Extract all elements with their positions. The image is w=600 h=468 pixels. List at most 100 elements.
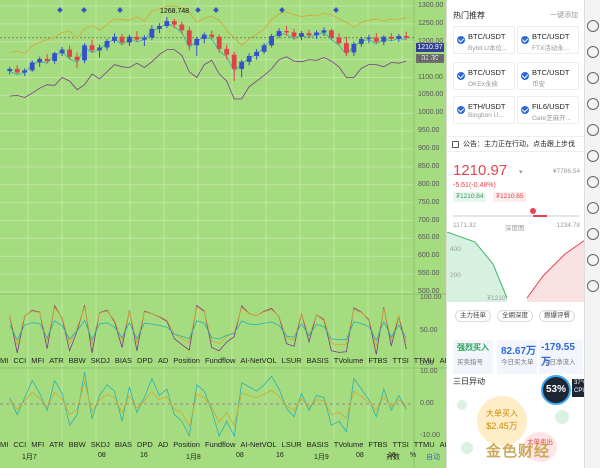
indicator-tab[interactable]: TVolume xyxy=(334,440,369,452)
indicator-tab[interactable]: BASIS xyxy=(307,356,334,368)
oscillator-line-d xyxy=(9,305,407,347)
indicator-tab[interactable]: AD xyxy=(158,440,173,452)
indicator-tab[interactable]: AI-NetVOL xyxy=(240,356,281,368)
kline-chart[interactable]: 1210.97 31:30 1268.748 1300.00 1250.00 120… xyxy=(0,0,461,468)
indicator-tab[interactable]: AD xyxy=(158,356,173,368)
depth-title: 深度图 xyxy=(505,225,525,232)
hot-pair-card[interactable]: BTC/USDT OKEx永续 xyxy=(453,62,515,90)
chart-icon[interactable] xyxy=(587,72,599,84)
indicator-tab[interactable]: MFI xyxy=(31,440,49,452)
candle-body xyxy=(299,33,304,37)
price-axis-label: 1300.00 xyxy=(418,2,444,9)
indicator-tab[interactable]: Fundflow xyxy=(205,356,240,368)
candle-body xyxy=(127,36,132,43)
hot-pair-card[interactable]: BTC/USDT FTX活动永... xyxy=(517,26,579,54)
main-orders-button[interactable]: 主力挂单 xyxy=(455,310,491,322)
indicator-tab[interactable]: LSUR xyxy=(282,356,307,368)
candle-body xyxy=(329,30,334,38)
depth-y-bottom: 200 xyxy=(450,272,461,279)
date-label: 1月8 xyxy=(186,454,201,461)
hot-pair-card[interactable]: BTC/USDT Bybit U本位... xyxy=(453,26,515,54)
indicator-tab[interactable]: MI xyxy=(0,356,13,368)
layers-icon[interactable] xyxy=(587,202,599,214)
indicator-tab[interactable]: FTBS xyxy=(368,356,392,368)
price-axis-label: 1250.00 xyxy=(418,19,444,27)
candle-body xyxy=(67,49,72,57)
indicator-tab[interactable]: BIAS xyxy=(115,356,137,368)
indicator-tab[interactable]: BBW xyxy=(69,440,91,452)
clock-icon[interactable] xyxy=(587,150,599,162)
chat-icon[interactable] xyxy=(587,124,599,136)
check-icon[interactable] xyxy=(457,106,465,114)
price-axis-label: 800.00 xyxy=(418,180,440,188)
depth-x-label: ₮1210 xyxy=(487,295,506,302)
hot-pair-card[interactable]: ETH/USDT Bingbon U... xyxy=(453,96,515,124)
hot-pair-card[interactable]: BTC/USDT 币安 xyxy=(517,62,579,90)
hot-recommend-title: 热门推荐 xyxy=(453,11,485,20)
settings-icon[interactable] xyxy=(587,254,599,266)
indicator-tab[interactable]: TTSI xyxy=(393,440,414,452)
indicator-tab[interactable]: FTBS xyxy=(368,440,392,452)
indicator-tab[interactable]: MFI xyxy=(31,356,49,368)
candle-body xyxy=(52,53,58,62)
indicator-tabs-bottom[interactable]: MI CCI MFI ATR BBW SKDJ BIAS DPD AD Position Fundf… xyxy=(0,440,461,452)
check-icon[interactable] xyxy=(457,72,465,80)
candle-body xyxy=(179,24,185,31)
candle-body xyxy=(344,43,349,53)
indicator-tab[interactable]: DPD xyxy=(137,356,158,368)
indicator-tab[interactable]: SKDJ xyxy=(91,356,115,368)
check-icon[interactable] xyxy=(457,36,465,44)
indicator-tab[interactable]: CCI xyxy=(13,356,31,368)
price-axis-label: 900.00 xyxy=(418,145,440,152)
indicator-tab[interactable]: ATR xyxy=(49,440,68,452)
pair-exchange: FTX活动永... xyxy=(532,45,570,52)
indicator-tabs-top[interactable]: MI CCI MFI ATR BBW SKDJ BIAS DPD AD Position Fundf… xyxy=(0,356,461,368)
candle-body xyxy=(201,34,207,39)
candle-body xyxy=(388,36,394,39)
indicator-tab[interactable]: LSUR xyxy=(282,440,307,452)
indicator-tab[interactable]: TTMU xyxy=(414,356,440,368)
candle-body xyxy=(321,30,327,33)
indicator-tab[interactable]: Position xyxy=(173,356,205,368)
list-icon[interactable] xyxy=(587,46,599,58)
indicator-tab[interactable]: Position xyxy=(173,440,205,452)
indicator-tab[interactable]: ATR xyxy=(49,356,68,368)
network-depth-button[interactable]: 全網深度 xyxy=(497,310,533,322)
star-icon[interactable] xyxy=(587,20,599,32)
price-axis-label: 1100.00 xyxy=(418,73,443,81)
pro-icon[interactable] xyxy=(587,280,599,292)
rocket-icon[interactable] xyxy=(587,176,599,188)
bars-icon[interactable] xyxy=(587,228,599,240)
indicator-tab[interactable]: BBW xyxy=(69,356,91,368)
check-icon[interactable] xyxy=(521,106,529,114)
hot-pair-card[interactable]: FIL6/USDT Gate芝麻开... xyxy=(517,96,579,124)
pair-symbol: BTC/USDT xyxy=(532,68,570,77)
log-toggle[interactable]: 对数 xyxy=(386,452,400,462)
indicator-tab[interactable]: CCI xyxy=(13,440,31,452)
indicator-tab[interactable]: TVolume xyxy=(334,356,369,368)
price-axis-label: 750.00 xyxy=(418,198,440,206)
check-icon[interactable] xyxy=(521,36,529,44)
indicator-tab[interactable]: AI-NetVOL xyxy=(240,440,281,452)
percent-toggle[interactable]: % xyxy=(410,452,416,459)
small-bubble-1 xyxy=(457,400,467,410)
indicator-tab[interactable]: BASIS xyxy=(307,440,334,452)
add-all-button[interactable]: 一键添加 xyxy=(550,10,578,20)
price-axis-label: 650.00 xyxy=(418,234,440,242)
indicator-tab[interactable]: SKDJ xyxy=(91,440,115,452)
bell-icon[interactable] xyxy=(587,98,599,110)
price-dropdown-icon[interactable]: ▾ xyxy=(519,168,523,176)
announcement-bar[interactable]: 公告：主力正在行动，点击跟上步伐 xyxy=(447,136,585,152)
indicator-tab[interactable]: TTMU xyxy=(414,440,440,452)
candle-body xyxy=(82,45,87,61)
indicator-tab[interactable]: TTSI xyxy=(393,356,414,368)
bid-chip: ₮1210.84 xyxy=(453,192,487,202)
date-label: 08 xyxy=(356,452,364,459)
hot-review-button[interactable]: 燃爆评餐 xyxy=(539,310,575,322)
check-icon[interactable] xyxy=(521,72,529,80)
indicator-tab[interactable]: MI xyxy=(0,440,13,452)
indicator-tab[interactable]: DPD xyxy=(137,440,158,452)
auto-toggle[interactable]: 自动 xyxy=(426,452,440,462)
indicator-tab[interactable]: BIAS xyxy=(115,440,137,452)
indicator-tab[interactable]: Fundflow xyxy=(205,440,240,452)
